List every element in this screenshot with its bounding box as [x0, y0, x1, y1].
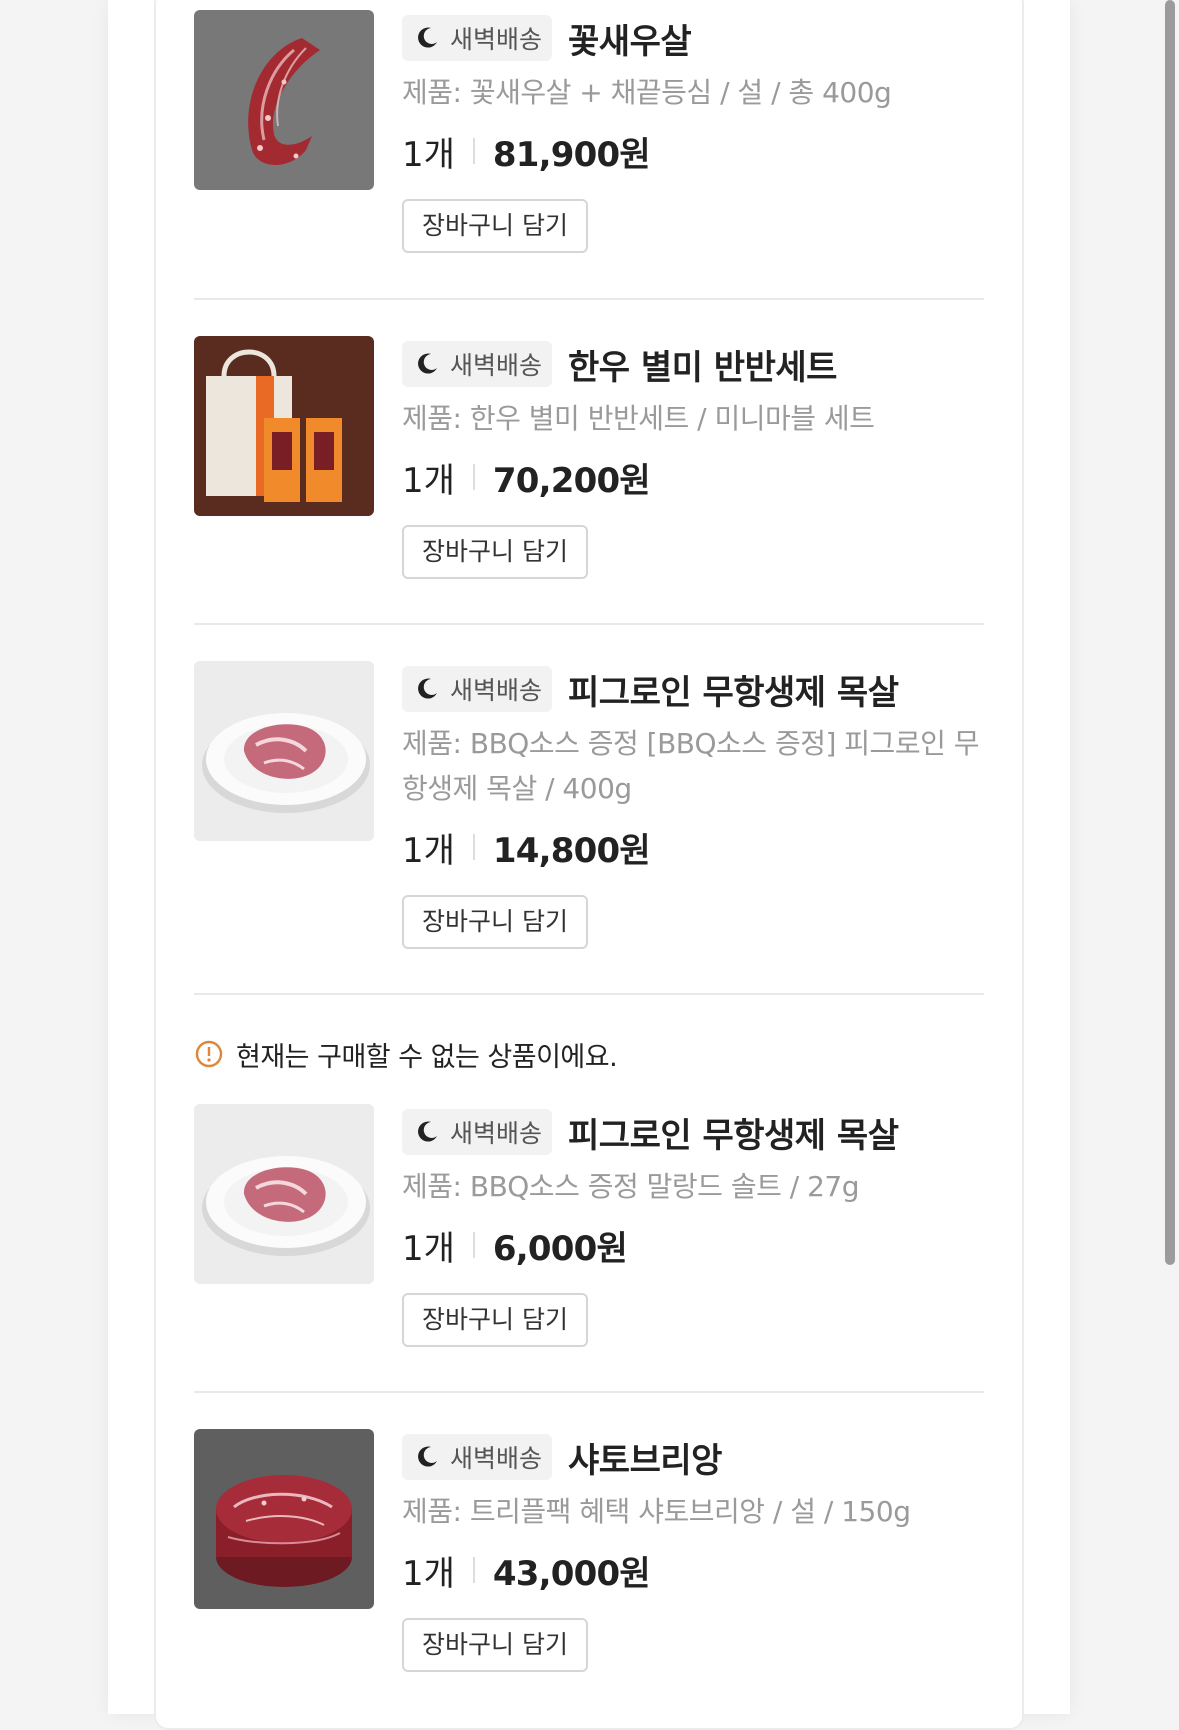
product-image-pork-neck[interactable] — [194, 661, 374, 841]
moon-icon — [418, 678, 437, 699]
delivery-badge-label: 새벽배송 — [450, 1444, 543, 1473]
unavailable-notice: 현재는 구매할 수 없는 상품이에요. — [194, 1034, 618, 1074]
moon-icon — [418, 353, 437, 374]
product-image-gift-set[interactable] — [194, 336, 374, 516]
product-image-chateaubriand[interactable] — [194, 1429, 374, 1609]
divider-bar — [472, 464, 475, 490]
delivery-badge: 새벽배송 — [402, 341, 553, 387]
divider — [194, 1391, 984, 1393]
delivery-badge: 새벽배송 — [402, 1109, 553, 1155]
product-title[interactable]: 한우 별미 반반세트 — [568, 340, 837, 389]
delivery-badge-label: 새벽배송 — [450, 1119, 543, 1148]
title-row: 새벽배송 한우 별미 반반세트 — [402, 340, 984, 388]
add-to-cart-button[interactable]: 장바구니 담기 — [402, 1293, 588, 1347]
moon-icon — [418, 27, 437, 48]
delivery-badge: 새벽배송 — [402, 15, 553, 61]
title-row: 새벽배송 피그로인 무항생제 목살 — [402, 1108, 984, 1156]
add-to-cart-button[interactable]: 장바구니 담기 — [402, 199, 588, 253]
product-detail: 제품: 한우 별미 반반세트 / 미니마블 세트 — [402, 402, 875, 435]
product-title[interactable]: 샤토브리앙 — [568, 1433, 722, 1482]
delivery-badge-label: 새벽배송 — [450, 25, 543, 54]
delivery-badge-label: 새벽배송 — [450, 351, 543, 380]
title-row: 새벽배송 꽃새우살 — [402, 14, 984, 62]
product-info: 새벽배송 피그로인 무항생제 목살 제품: BBQ소스 증정 말랑드 솔트 / … — [402, 1108, 984, 1347]
product-image-pork-neck[interactable] — [194, 1104, 374, 1284]
divider-bar — [472, 1557, 475, 1583]
quantity: 1개 — [402, 1228, 455, 1269]
title-row: 새벽배송 샤토브리앙 — [402, 1433, 984, 1481]
price: 43,000원 — [492, 1553, 651, 1594]
quantity: 1개 — [402, 1553, 455, 1594]
quantity: 1개 — [402, 134, 455, 175]
unavailable-notice-text: 현재는 구매할 수 없는 상품이에요. — [236, 1041, 618, 1073]
price: 6,000원 — [492, 1228, 628, 1269]
divider-bar — [472, 138, 475, 164]
product-info: 새벽배송 피그로인 무항생제 목살 제품: BBQ소스 증정 [BBQ소스 증정… — [402, 665, 984, 949]
price-row: 1개 70,200원 — [402, 449, 984, 505]
quantity: 1개 — [402, 460, 455, 501]
price-row: 1개 14,800원 — [402, 819, 984, 875]
page: 새벽배송 꽃새우살 제품: 꽃새우살 + 채끝등심 / 설 / 총 400g 1… — [108, 0, 1070, 1730]
price: 81,900원 — [492, 134, 651, 175]
divider-bar — [472, 1232, 475, 1258]
moon-icon — [418, 1446, 437, 1467]
price-row: 1개 81,900원 — [402, 123, 984, 179]
delivery-badge: 새벽배송 — [402, 1434, 553, 1480]
price-row: 1개 6,000원 — [402, 1217, 984, 1273]
price: 70,200원 — [492, 460, 651, 501]
product-info: 새벽배송 한우 별미 반반세트 제품: 한우 별미 반반세트 / 미니마블 세트… — [402, 340, 984, 579]
add-to-cart-button[interactable]: 장바구니 담기 — [402, 1618, 588, 1672]
title-row: 새벽배송 피그로인 무항생제 목살 — [402, 665, 984, 713]
delivery-badge: 새벽배송 — [402, 666, 553, 712]
product-info: 새벽배송 샤토브리앙 제품: 트리플팩 혜택 샤토브리앙 / 설 / 150g … — [402, 1433, 984, 1672]
product-title[interactable]: 피그로인 무항생제 목살 — [568, 1108, 899, 1157]
product-detail: 제품: BBQ소스 증정 [BBQ소스 증정] 피그로인 무항생제 목살 / 4… — [402, 727, 980, 805]
delivery-badge-label: 새벽배송 — [450, 676, 543, 705]
product-detail: 제품: BBQ소스 증정 말랑드 솔트 / 27g — [402, 1170, 860, 1203]
quantity: 1개 — [402, 830, 455, 871]
product-title[interactable]: 꽃새우살 — [568, 14, 692, 63]
product-title[interactable]: 피그로인 무항생제 목살 — [568, 665, 899, 714]
scrollbar[interactable] — [1165, 0, 1175, 1265]
add-to-cart-button[interactable]: 장바구니 담기 — [402, 895, 588, 949]
moon-icon — [418, 1121, 437, 1142]
divider — [194, 623, 984, 625]
divider — [194, 298, 984, 300]
price-row: 1개 43,000원 — [402, 1542, 984, 1598]
divider-bar — [472, 834, 475, 860]
add-to-cart-button[interactable]: 장바구니 담기 — [402, 525, 588, 579]
alert-circle-icon — [195, 1040, 223, 1068]
divider — [194, 993, 984, 995]
order-card: 새벽배송 꽃새우살 제품: 꽃새우살 + 채끝등심 / 설 / 총 400g 1… — [154, 0, 1024, 1730]
product-info: 새벽배송 꽃새우살 제품: 꽃새우살 + 채끝등심 / 설 / 총 400g 1… — [402, 14, 984, 253]
product-detail: 제품: 트리플팩 혜택 샤토브리앙 / 설 / 150g — [402, 1495, 911, 1528]
price: 14,800원 — [492, 830, 651, 871]
product-detail: 제품: 꽃새우살 + 채끝등심 / 설 / 총 400g — [402, 76, 892, 109]
product-image-marbled-beef[interactable] — [194, 10, 374, 190]
